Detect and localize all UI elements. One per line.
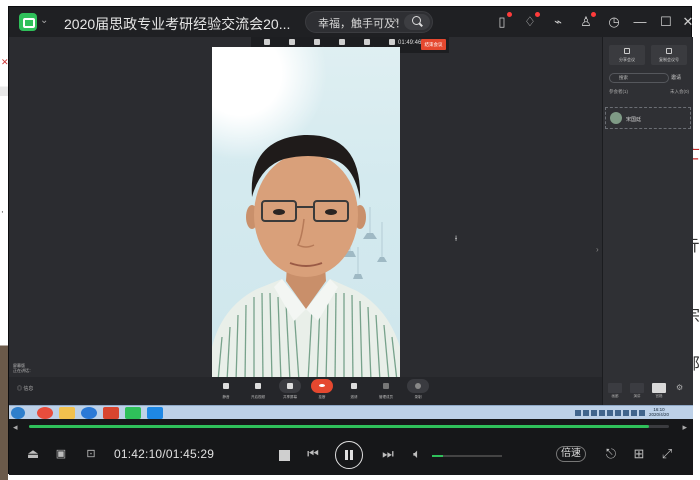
video-player-window: ⌄ 2020届思政专业考研经验交流会20... 幸福，触手可及！ × ▯ ♢ ⌁ ♙ ◷…	[8, 6, 693, 475]
eject-icon[interactable]: ⏏	[25, 447, 41, 461]
speed-button[interactable]: 倍速	[556, 446, 586, 462]
background-page-left: ✕ ·	[0, 0, 9, 480]
invite-button[interactable]: 邀请	[343, 379, 365, 399]
video-title: 2020届思政专业考研经验交流会20...	[64, 16, 291, 32]
copy-meeting-id-button[interactable]: 复制会议号	[651, 45, 687, 65]
player-icon	[125, 407, 141, 419]
minimize-icon[interactable]: —	[631, 13, 649, 31]
share-icon[interactable]: ⌁	[549, 13, 567, 31]
progress-bar[interactable]: ◂ ▸	[9, 419, 693, 433]
progress-track[interactable]	[29, 425, 669, 428]
browser-icon	[81, 407, 97, 419]
playback-controls: ⏏ ▣ ⊡ 01:42:10/01:45:29 ⏮ ⏭ 🔈︎ 倍速 ⎋ ⊞ ⤢	[9, 433, 693, 475]
collapse-panel-icon[interactable]: ›	[596, 245, 599, 254]
tab-joined[interactable]: 参会者(1)	[609, 89, 628, 95]
speaker-portrait	[212, 134, 400, 381]
speaker-layout-button[interactable]: 演讲	[630, 383, 644, 398]
download-icon[interactable]: ⎋	[603, 447, 619, 461]
notification-badge	[591, 12, 596, 17]
member-search-input[interactable]: 搜索	[609, 73, 669, 83]
speaker-label: 屏幕版 正在讲话：	[13, 363, 33, 373]
gallery-layout-button[interactable]: 画廊	[608, 383, 622, 398]
end-meeting-button[interactable]: 结束会议	[421, 39, 446, 50]
close-icon[interactable]: ✕	[679, 13, 697, 31]
maximize-icon[interactable]: ☐	[657, 13, 675, 31]
volume-fill	[432, 455, 443, 457]
app-logo-icon[interactable]	[19, 13, 37, 31]
search-icon[interactable]	[404, 14, 430, 30]
bell-icon[interactable]: ♢	[521, 12, 540, 31]
meeting-stage: 静音 全体视频开启 开始屏幕 管理参会者 邀请参会成员 结束共享 01:49:4…	[9, 37, 602, 405]
volume-icon[interactable]: 🔈︎	[409, 447, 425, 461]
chevron-down-icon[interactable]: ⌄	[40, 15, 48, 26]
start-icon	[11, 407, 25, 419]
participants-panel: 分享会议 复制会议号 搜索 邀请 参会者(1) 未入会(0) 宋国廷	[602, 37, 693, 405]
time-display: 01:42:10/01:45:29	[114, 447, 215, 461]
previous-button[interactable]: ⏮	[305, 447, 321, 461]
taskbar-clock: 16:10 2020/4/20	[649, 407, 670, 417]
chrome-icon	[37, 407, 53, 419]
pause-button[interactable]	[335, 441, 363, 469]
title-bar: ⌄ 2020届思政专业考研经验交流会20... 幸福，触手可及！ × ▯ ♢ ⌁ ♙ ◷…	[9, 7, 693, 37]
meeting-info-label[interactable]: ◎ 信息	[17, 385, 33, 392]
participant-video	[212, 47, 400, 381]
system-tray	[575, 408, 655, 418]
manage-members-button[interactable]: 管理成员	[375, 379, 397, 399]
share-screen-button[interactable]: 共享屏幕	[279, 379, 301, 399]
clipboard-icon[interactable]: ▯	[493, 12, 512, 31]
notification-badge	[535, 12, 540, 17]
progress-fill	[29, 425, 649, 428]
background-mark: ·	[1, 208, 4, 218]
meeting-timer: 01:49:46	[398, 40, 422, 46]
mouse-cursor-icon: ⟊	[455, 234, 458, 243]
app-icon	[103, 407, 119, 419]
folder-icon	[59, 407, 75, 419]
member-tabs: 参会者(1) 未入会(0)	[609, 89, 689, 95]
invite-link[interactable]: 邀请	[671, 74, 681, 81]
recorded-taskbar: 16:10 2020/4/20	[9, 405, 693, 419]
settings-icon[interactable]: ⚙	[676, 383, 683, 392]
next-button[interactable]: ⏭	[380, 447, 396, 461]
skip-forward-icon[interactable]: ▸	[682, 422, 687, 433]
fullscreen-icon[interactable]: ⤢	[659, 447, 675, 461]
meeting-controls: ◎ 信息 静音 开启视频 共享屏幕 挂断 邀请 管理成员 录制	[9, 377, 602, 405]
gift-icon[interactable]: ⊞	[631, 447, 647, 461]
notification-badge	[507, 12, 512, 17]
skin-icon[interactable]: ♙	[577, 12, 596, 31]
member-name: 宋国廷	[626, 117, 642, 123]
share-meeting-button[interactable]: 分享会议	[609, 45, 645, 65]
skip-back-icon[interactable]: ◂	[13, 422, 18, 433]
meeting-app-icon	[147, 407, 163, 419]
record-button[interactable]: 录制	[407, 379, 429, 399]
playlist-icon[interactable]: ▣	[53, 447, 69, 461]
layout-switcher: 画廊 演讲 宫格 ⚙	[606, 381, 690, 401]
history-icon[interactable]: ◷	[605, 13, 623, 31]
search-input[interactable]: 幸福，触手可及！ ×	[305, 11, 433, 33]
avatar	[610, 112, 622, 124]
video-button[interactable]: 开启视频	[247, 379, 269, 399]
grid-layout-button[interactable]: 宫格	[652, 383, 666, 398]
clear-icon[interactable]: ×	[392, 15, 398, 27]
mute-button[interactable]: 静音	[215, 379, 237, 399]
screenshot-icon[interactable]: ⊡	[83, 447, 99, 461]
tab-not-joined[interactable]: 未入会(0)	[670, 89, 689, 95]
stop-button[interactable]	[279, 450, 290, 461]
volume-slider[interactable]	[432, 455, 502, 457]
member-list-item[interactable]: 宋国廷	[605, 107, 691, 129]
hang-up-button[interactable]: 挂断	[311, 379, 333, 399]
